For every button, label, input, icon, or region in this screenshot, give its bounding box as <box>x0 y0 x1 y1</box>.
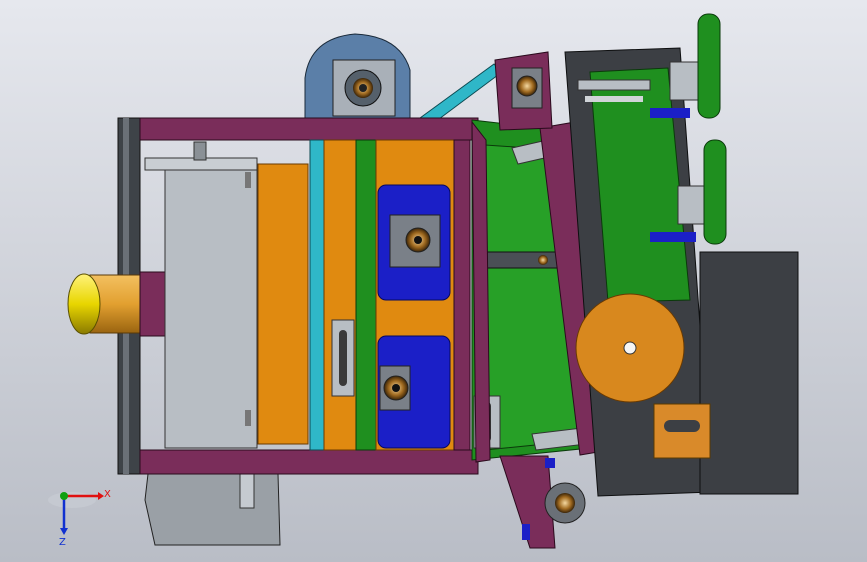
feed-inlet-tube <box>67 271 171 337</box>
green-rail-left <box>355 139 377 451</box>
orange-panel-left <box>257 163 309 445</box>
y-axis-dot <box>60 492 68 500</box>
blower-fan-housing <box>304 33 411 119</box>
lower-hopper <box>144 469 281 546</box>
x-axis-label: X <box>104 489 111 500</box>
cad-viewport[interactable]: X Z <box>0 0 867 562</box>
cad-drawing: X Z <box>0 0 867 562</box>
cyan-rail <box>309 139 325 451</box>
z-axis-label: Z <box>59 537 66 548</box>
bearing-block-lower <box>377 335 451 449</box>
gauge-plate <box>653 403 711 459</box>
orange-disc <box>575 293 685 403</box>
slot-bracket <box>331 319 355 397</box>
top-pillow-bracket <box>494 51 553 131</box>
orange-panel-middle <box>323 139 357 451</box>
frame-post-right <box>453 139 471 451</box>
bearing-block-upper <box>377 184 451 301</box>
